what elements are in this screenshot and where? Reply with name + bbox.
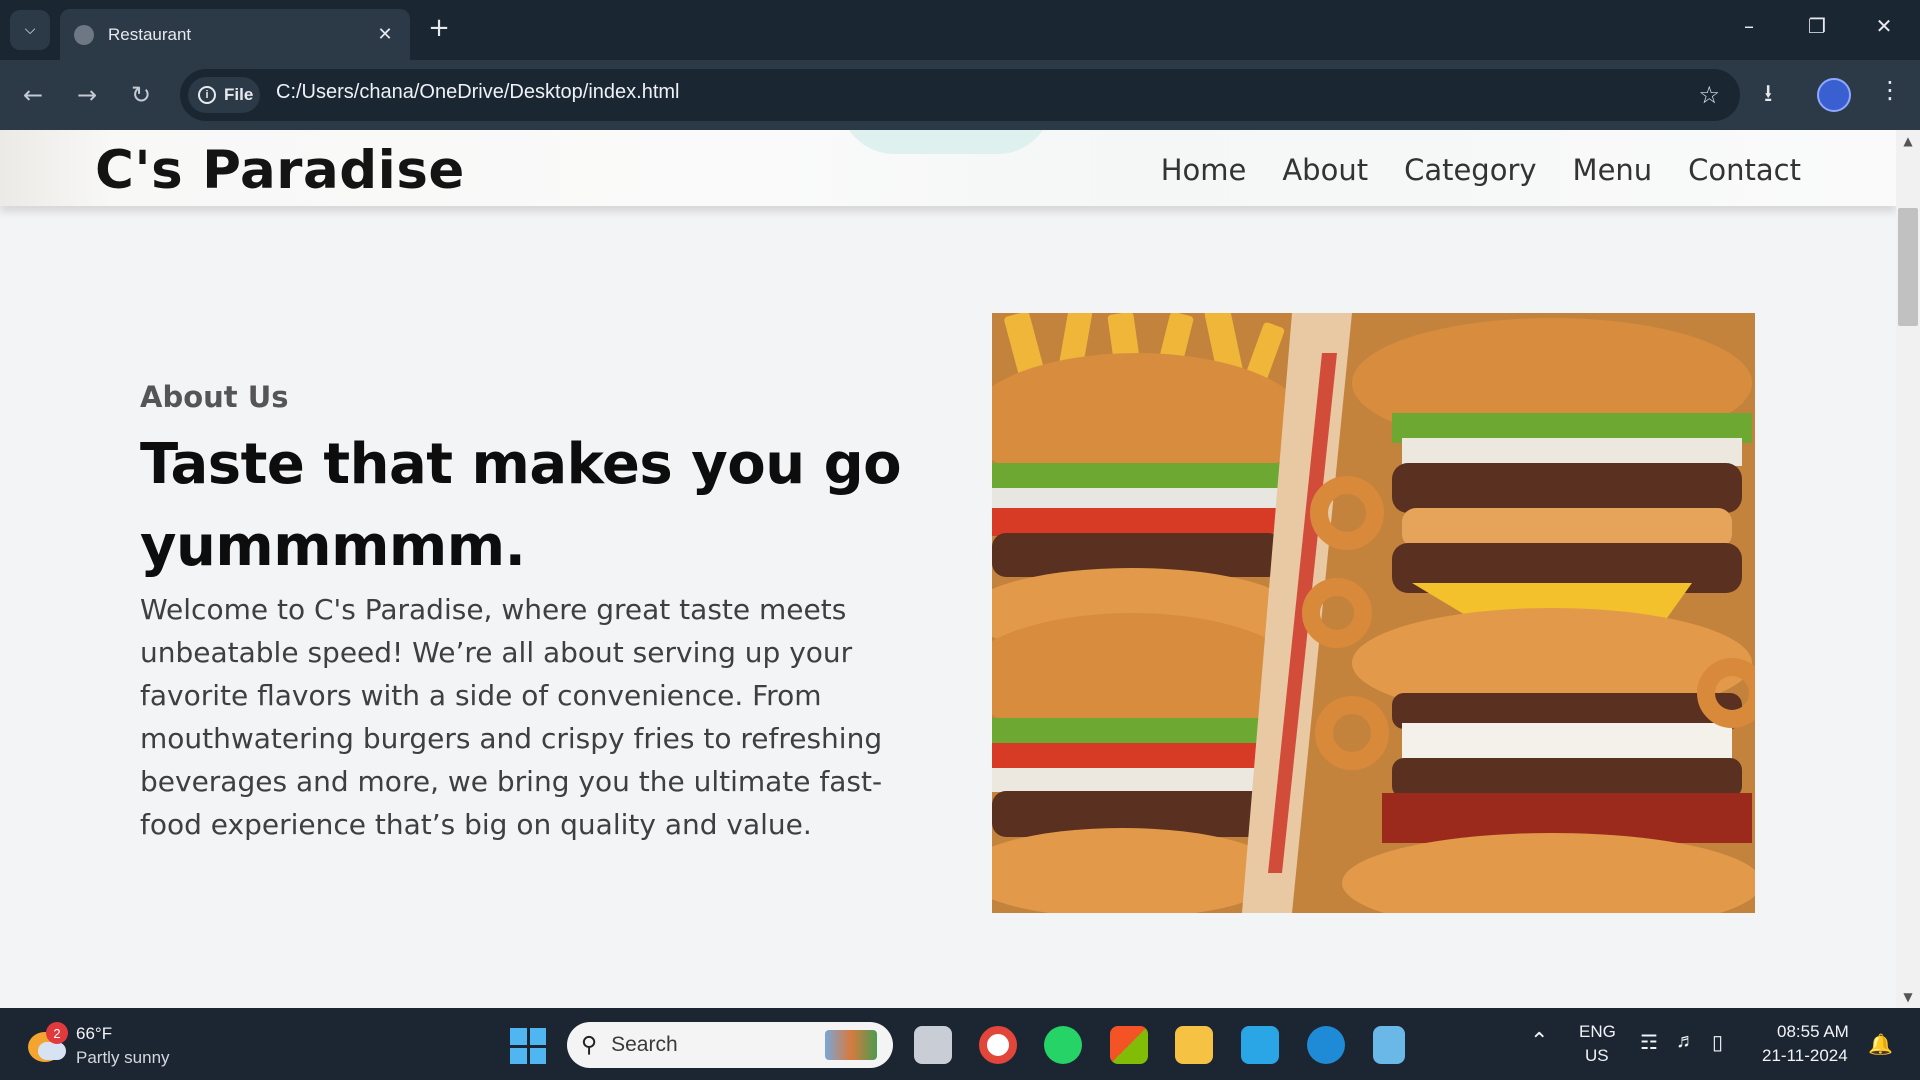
close-tab-icon[interactable]: ✕ xyxy=(374,24,396,45)
info-icon: i xyxy=(198,86,216,104)
chrome-icon[interactable] xyxy=(979,1026,1017,1064)
microsoft-store-icon[interactable] xyxy=(1110,1026,1148,1064)
site-nav: Home About Category Menu Contact xyxy=(1161,153,1801,187)
wifi-icon[interactable]: ☶ xyxy=(1640,1030,1658,1055)
battery-icon[interactable]: ▯ xyxy=(1712,1030,1723,1055)
globe-icon xyxy=(74,24,94,45)
windows-taskbar: 2 66°F Partly sunny ⚲ Search ⌃ ENG US ☶ … xyxy=(0,1008,1920,1080)
about-section: About Us Taste that makes you go yummmmm… xyxy=(140,380,930,846)
header-decoration xyxy=(840,130,1052,154)
restore-icon[interactable]: ❐ xyxy=(1797,14,1837,38)
scroll-down-arrow-icon[interactable]: ▼ xyxy=(1900,990,1916,1004)
weather-widget[interactable]: 2 66°F Partly sunny xyxy=(24,1020,184,1070)
weather-notification-badge: 2 xyxy=(46,1022,68,1044)
weather-cloud-icon xyxy=(38,1042,66,1060)
search-highlight-icon xyxy=(825,1030,877,1060)
site-info-label: File xyxy=(224,85,254,104)
volume-icon[interactable]: ♬ xyxy=(1676,1030,1696,1053)
nav-category[interactable]: Category xyxy=(1404,153,1536,187)
task-view-icon[interactable] xyxy=(914,1026,952,1064)
notification-bell-icon[interactable]: 🔔 xyxy=(1868,1032,1893,1057)
nav-home[interactable]: Home xyxy=(1161,153,1247,187)
url-text[interactable]: C:/Users/chana/OneDrive/Desktop/index.ht… xyxy=(276,81,680,104)
site-brand[interactable]: C's Paradise xyxy=(95,140,465,201)
whatsapp-icon[interactable] xyxy=(1044,1026,1082,1064)
chevron-down-icon: ⌵ xyxy=(24,22,36,38)
remote-desktop-icon[interactable] xyxy=(1241,1026,1279,1064)
clock-time[interactable]: 08:55 AM xyxy=(1777,1022,1849,1042)
scroll-up-arrow-icon[interactable]: ▲ xyxy=(1900,134,1916,148)
file-explorer-icon[interactable] xyxy=(1175,1026,1213,1064)
browser-tab-bar: ⌵ Restaurant ✕ + – ❐ ✕ xyxy=(0,0,1920,60)
about-heading: Taste that makes you go yummmmm. xyxy=(140,432,902,579)
address-bar[interactable]: i File C:/Users/chana/OneDrive/Desktop/i… xyxy=(180,69,1740,121)
weather-temp: 66°F xyxy=(76,1024,113,1043)
download-icon[interactable]: ⭳ xyxy=(1764,76,1772,117)
more-menu-icon[interactable]: ⋮ xyxy=(1878,76,1902,104)
reload-icon[interactable]: ↻ xyxy=(124,78,158,112)
tray-chevron-icon[interactable]: ⌃ xyxy=(1530,1028,1548,1054)
bookmark-star-icon[interactable]: ☆ xyxy=(1698,81,1720,109)
notepad-icon[interactable] xyxy=(1373,1026,1405,1064)
close-window-icon[interactable]: ✕ xyxy=(1864,14,1904,38)
nav-contact[interactable]: Contact xyxy=(1688,153,1801,187)
burger-image xyxy=(992,313,1755,913)
back-icon[interactable]: ← xyxy=(16,78,50,112)
burger-illustration xyxy=(992,313,1755,913)
language-indicator[interactable]: ENG xyxy=(1579,1022,1616,1042)
scrollbar-thumb[interactable] xyxy=(1898,208,1918,326)
forward-icon[interactable]: → xyxy=(70,78,104,112)
start-windows-icon[interactable] xyxy=(510,1028,546,1064)
tab-list-button[interactable]: ⌵ xyxy=(10,10,50,50)
search-label: Search xyxy=(611,1033,678,1056)
minimize-icon[interactable]: – xyxy=(1729,14,1769,38)
weather-desc: Partly sunny xyxy=(76,1048,170,1067)
site-info-chip[interactable]: i File xyxy=(188,77,260,113)
tab-title: Restaurant xyxy=(108,24,192,44)
about-kicker: About Us xyxy=(140,380,289,414)
profile-avatar[interactable] xyxy=(1817,78,1851,112)
about-body: Welcome to C's Paradise, where great tas… xyxy=(140,593,883,841)
nav-about[interactable]: About xyxy=(1282,153,1368,187)
browser-tab[interactable]: Restaurant ✕ xyxy=(60,9,410,60)
taskbar-search[interactable]: ⚲ Search xyxy=(567,1022,893,1068)
search-icon: ⚲ xyxy=(581,1032,598,1058)
browser-toolbar: ← → ↻ i File C:/Users/chana/OneDrive/Des… xyxy=(0,60,1920,130)
clock-date[interactable]: 21-11-2024 xyxy=(1762,1046,1848,1066)
page-viewport: C's Paradise Home About Category Menu Co… xyxy=(0,130,1920,1008)
edge-icon[interactable] xyxy=(1307,1026,1345,1064)
language-region[interactable]: US xyxy=(1585,1046,1609,1066)
site-header: C's Paradise Home About Category Menu Co… xyxy=(0,130,1896,206)
nav-menu[interactable]: Menu xyxy=(1573,153,1653,187)
new-tab-button[interactable]: + xyxy=(424,14,454,44)
